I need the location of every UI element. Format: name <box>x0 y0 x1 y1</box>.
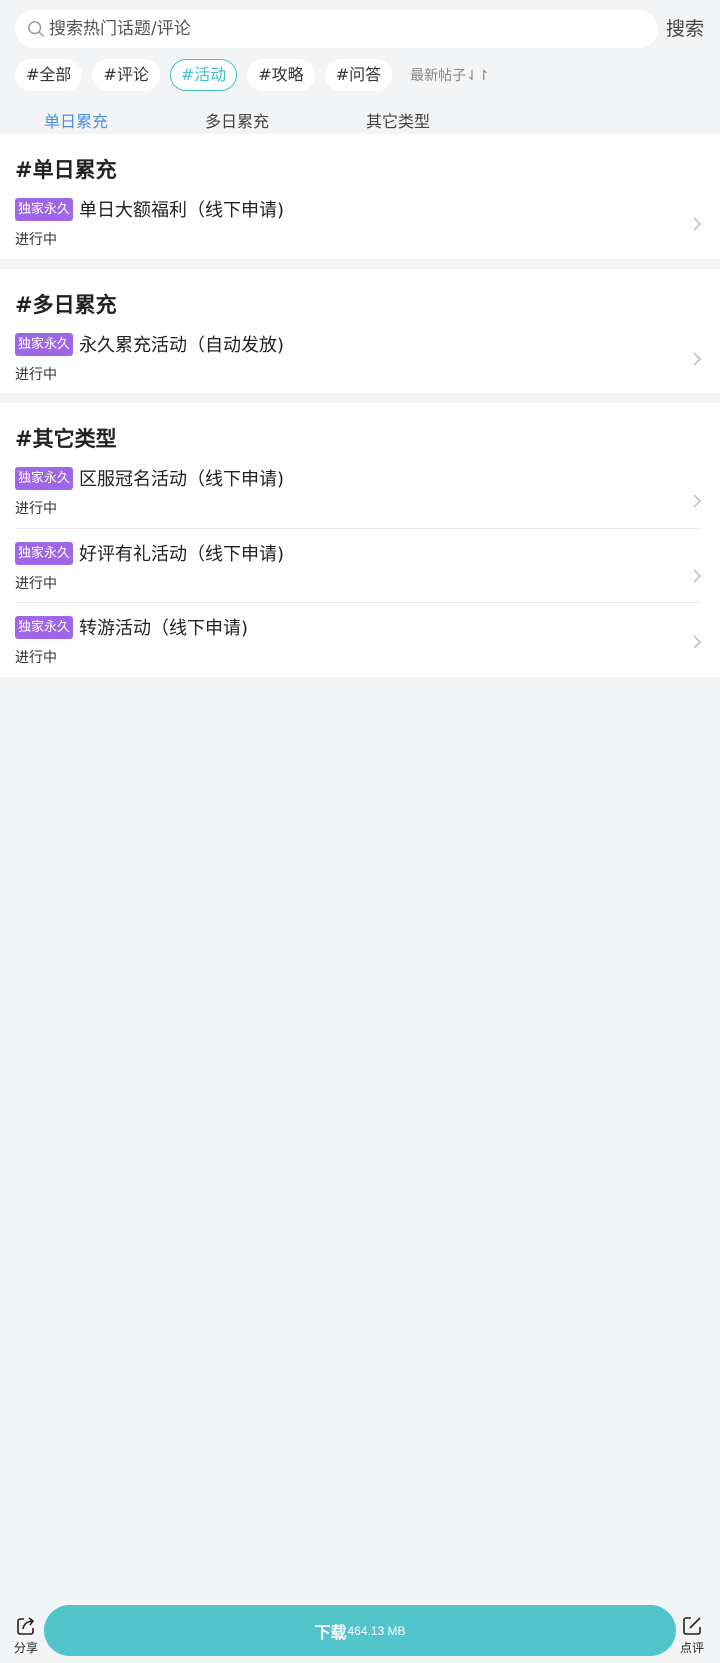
review-button[interactable]: 点评 <box>677 1615 707 1656</box>
chevron-right-icon <box>693 635 702 649</box>
tag-all[interactable]: #全部 <box>15 59 83 91</box>
section-title: #单日累充 <box>15 158 117 182</box>
section-other: #其它类型 独家永久 区服冠名活动（线下申请) 进行中 独家永久 好评有礼活动（… <box>0 403 720 677</box>
item-heading: 独家永久 好评有礼活动（线下申请) <box>15 541 284 565</box>
item-title: 永久累充活动（自动发放) <box>79 335 285 356</box>
edit-icon <box>683 1617 701 1635</box>
section-title: #其它类型 <box>15 427 117 451</box>
exclusive-badge: 独家永久 <box>15 197 74 221</box>
section-single-day: #单日累充 独家永久 单日大额福利（线下申请) 进行中 <box>0 134 720 259</box>
divider <box>15 528 700 529</box>
chevron-right-icon <box>693 569 702 583</box>
item-title: 单日大额福利（线下申请) <box>79 200 285 221</box>
item-heading: 独家永久 永久累充活动（自动发放) <box>15 332 284 356</box>
chevron-right-icon <box>693 494 702 508</box>
list-item[interactable]: 独家永久 区服冠名活动（线下申请) 进行中 <box>0 466 720 518</box>
item-status: 进行中 <box>15 576 57 592</box>
chevron-right-icon <box>693 352 702 366</box>
tag-qa[interactable]: #问答 <box>324 59 393 91</box>
tag-filter-row: #全部 #评论 #活动 #攻略 #问答 最新帖子⇃↾ <box>15 59 490 91</box>
download-label: 下载 <box>314 1624 347 1642</box>
share-button[interactable]: 分享 <box>11 1615 41 1656</box>
list-item[interactable]: 独家永久 单日大额福利（线下申请) 进行中 <box>0 197 720 249</box>
list-item[interactable]: 独家永久 好评有礼活动（线下申请) 进行中 <box>0 541 720 593</box>
share-icon <box>17 1617 35 1635</box>
exclusive-badge: 独家永久 <box>15 332 74 356</box>
bottom-bar: 分享 下载 464.13 MB 点评 <box>0 1601 720 1663</box>
item-status: 进行中 <box>15 501 57 517</box>
item-heading: 独家永久 单日大额福利（线下申请) <box>15 197 284 221</box>
item-title: 区服冠名活动（线下申请) <box>79 469 285 490</box>
review-label: 点评 <box>679 1641 704 1655</box>
item-heading: 独家永久 区服冠名活动（线下申请) <box>15 466 284 490</box>
sort-label: 最新帖子 <box>410 68 467 84</box>
section-multi-day: #多日累充 独家永久 永久累充活动（自动发放) 进行中 <box>0 269 720 393</box>
share-label: 分享 <box>13 1641 38 1655</box>
search-bar[interactable] <box>15 10 658 48</box>
tag-activity[interactable]: #活动 <box>169 59 238 91</box>
tag-guide[interactable]: #攻略 <box>247 59 315 91</box>
item-heading: 独家永久 转游活动（线下申请) <box>15 615 248 639</box>
subtab-other[interactable]: 其它类型 <box>366 108 430 132</box>
search-button[interactable]: 搜索 <box>666 14 704 41</box>
sort-arrows-icon: ⇃↾ <box>466 68 490 84</box>
list-item[interactable]: 独家永久 永久累充活动（自动发放) 进行中 <box>0 332 720 384</box>
exclusive-badge: 独家永久 <box>15 466 74 490</box>
list-item[interactable]: 独家永久 转游活动（线下申请) 进行中 <box>0 615 720 667</box>
item-title: 转游活动（线下申请) <box>79 618 249 639</box>
subtab-bar: 单日累充 多日累充 其它类型 <box>0 108 720 134</box>
item-status: 进行中 <box>15 367 57 383</box>
page: 搜索 #全部 #评论 #活动 #攻略 #问答 最新帖子⇃↾ 单日累充 多日累充 … <box>0 0 720 1663</box>
exclusive-badge: 独家永久 <box>15 615 74 639</box>
section-title: #多日累充 <box>15 293 117 317</box>
chevron-right-icon <box>693 217 702 231</box>
item-status: 进行中 <box>15 232 57 248</box>
exclusive-badge: 独家永久 <box>15 541 74 565</box>
sort-toggle[interactable]: 最新帖子⇃↾ <box>410 65 489 85</box>
item-title: 好评有礼活动（线下申请) <box>79 544 285 565</box>
divider <box>15 602 700 603</box>
search-icon <box>28 21 44 37</box>
download-size: 464.13 MB <box>347 1623 406 1638</box>
subtab-multi-day[interactable]: 多日累充 <box>205 108 269 132</box>
subtab-single-day[interactable]: 单日累充 <box>44 108 108 132</box>
download-button[interactable]: 下载 464.13 MB <box>44 1605 676 1656</box>
tag-comment[interactable]: #评论 <box>92 59 160 91</box>
item-status: 进行中 <box>15 650 57 666</box>
search-input[interactable] <box>49 19 609 39</box>
